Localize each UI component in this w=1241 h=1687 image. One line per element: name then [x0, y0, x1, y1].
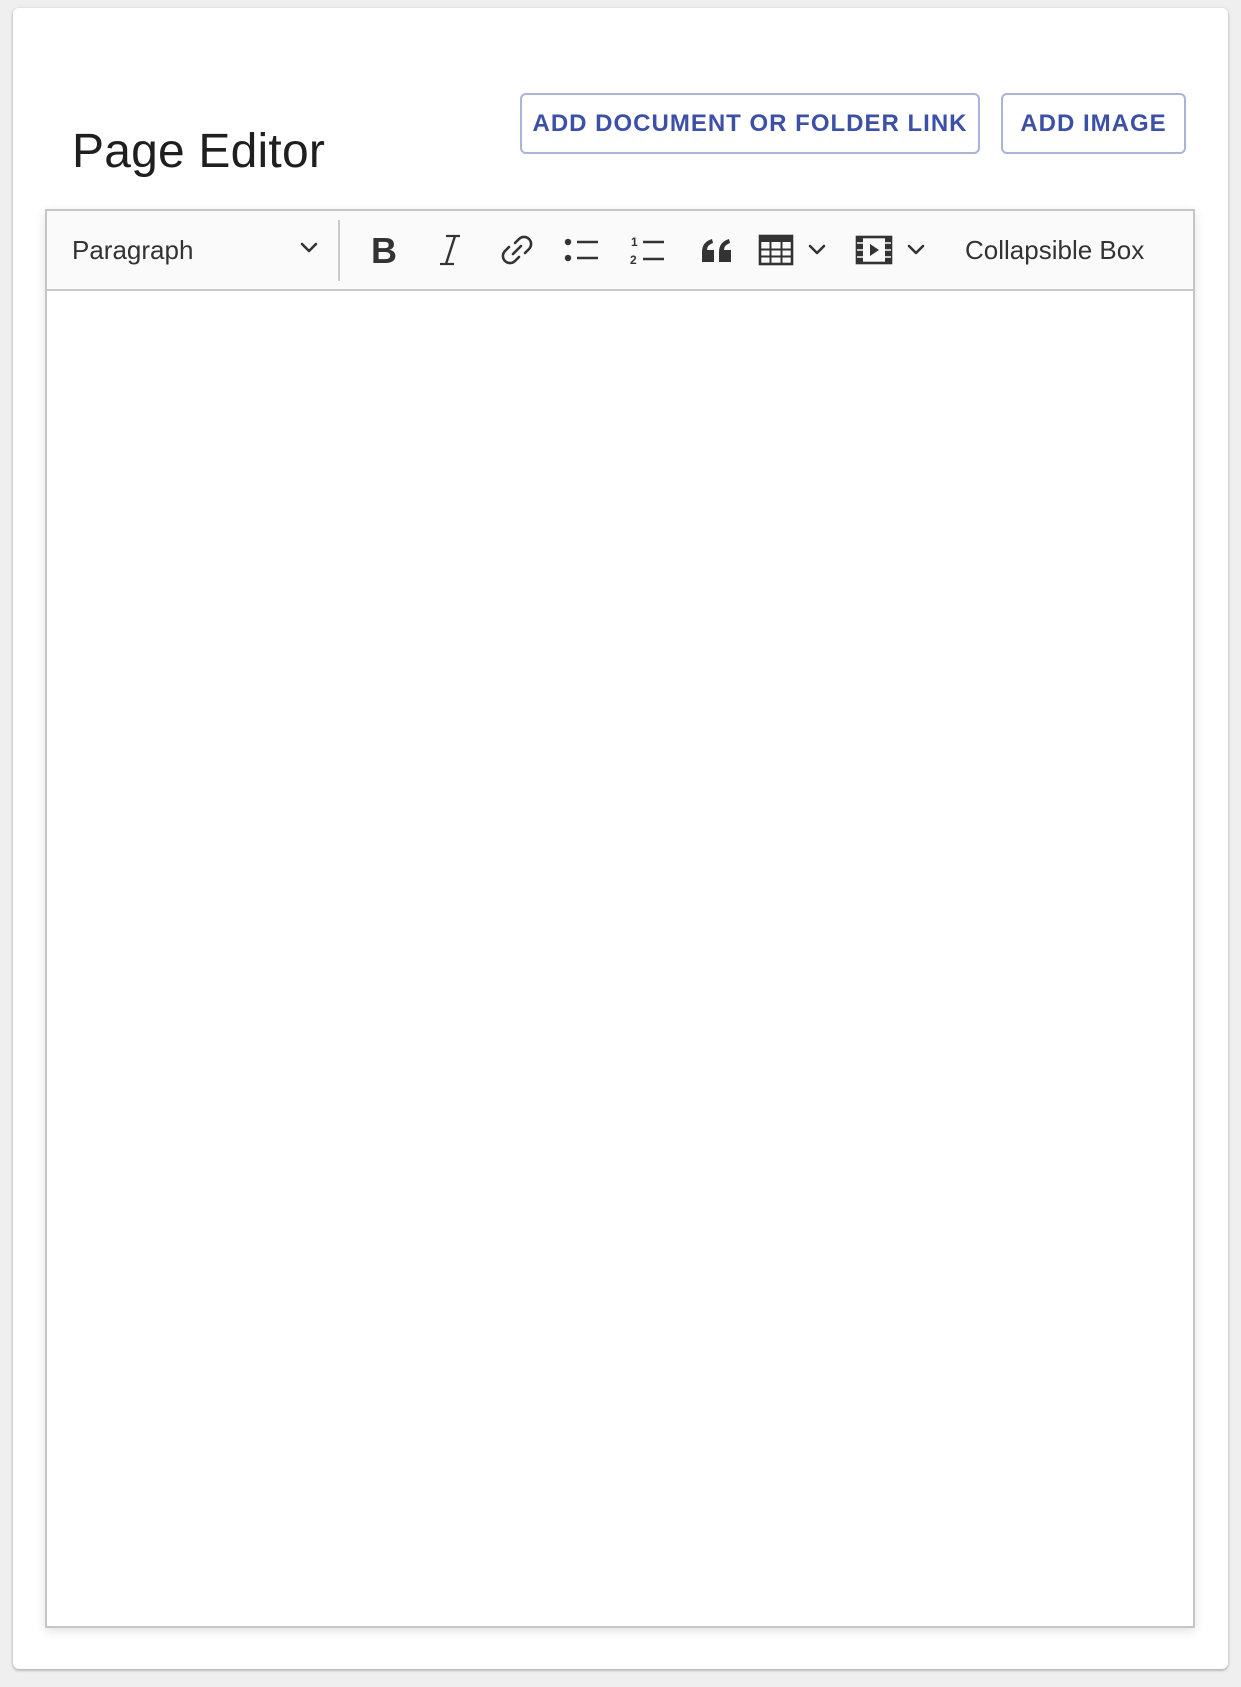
italic-button[interactable]	[423, 223, 477, 277]
toolbar-separator	[338, 220, 340, 281]
table-icon	[758, 233, 794, 267]
heading-dropdown[interactable]: Paragraph	[53, 219, 319, 281]
collapsible-box-button[interactable]: Collapsible Box	[965, 223, 1144, 277]
insert-table-button[interactable]	[758, 223, 830, 277]
bulleted-list-button[interactable]	[555, 223, 609, 277]
bulleted-list-icon	[563, 234, 601, 266]
editor-toolbar: Paragraph B 1 2 Collapsible Box	[47, 211, 1193, 291]
media-embed-icon	[855, 235, 893, 265]
editor-content-area[interactable]	[47, 291, 1193, 1626]
svg-text:2: 2	[630, 253, 637, 267]
rich-text-editor: Paragraph B 1 2 Collapsible Box	[45, 209, 1195, 1628]
link-icon	[500, 233, 534, 267]
numbered-list-button[interactable]: 1 2	[621, 223, 675, 277]
chevron-down-icon	[906, 243, 926, 257]
chevron-down-icon	[299, 241, 319, 260]
svg-text:1: 1	[631, 235, 638, 249]
bold-icon: B	[368, 233, 398, 267]
insert-media-button[interactable]	[855, 223, 927, 277]
block-quote-icon	[700, 236, 734, 264]
svg-text:B: B	[371, 233, 397, 267]
add-image-button[interactable]: ADD IMAGE	[1001, 93, 1186, 154]
add-document-or-folder-link-button[interactable]: ADD DOCUMENT OR FOLDER LINK	[520, 93, 980, 154]
bold-button[interactable]: B	[356, 223, 410, 277]
numbered-list-icon: 1 2	[629, 233, 667, 267]
page-title: Page Editor	[72, 125, 326, 179]
page-editor-card: Page Editor ADD DOCUMENT OR FOLDER LINK …	[13, 8, 1228, 1669]
heading-dropdown-value: Paragraph	[72, 234, 194, 265]
link-button[interactable]	[490, 223, 544, 277]
block-quote-button[interactable]	[690, 223, 744, 277]
chevron-down-icon	[807, 243, 827, 257]
italic-icon	[436, 233, 464, 267]
